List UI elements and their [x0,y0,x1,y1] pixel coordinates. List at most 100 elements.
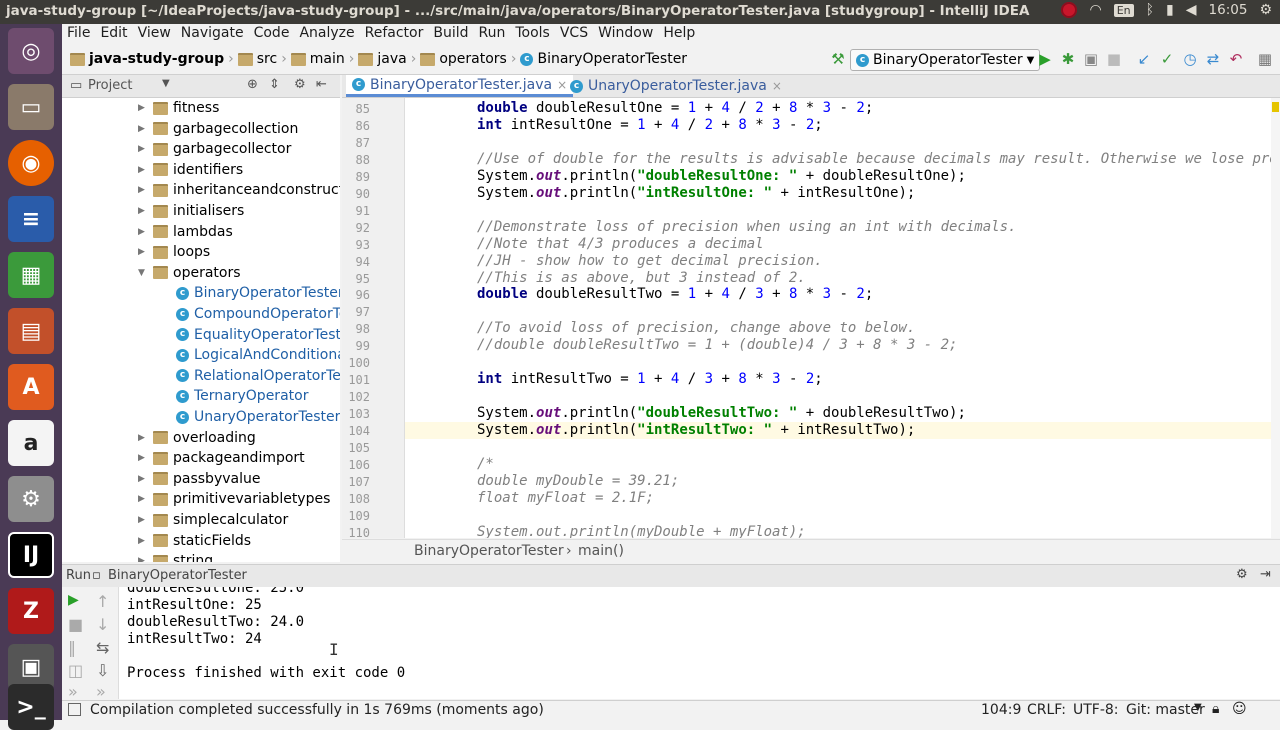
locate-icon[interactable]: ⊕ [247,77,258,92]
build-hammer-icon[interactable]: ⚒ [830,51,846,67]
collapsed-arrow-icon[interactable]: ▶ [138,160,148,180]
tree-item-package[interactable]: ▶ overloading [138,428,256,448]
tree-item-package[interactable]: ▶ identifiers [138,160,243,180]
tool-window-icon[interactable] [68,703,81,716]
line-separator[interactable]: CRLF: [1027,702,1066,718]
collapsed-arrow-icon[interactable]: ▶ [138,242,148,262]
tree-item-class[interactable]: c LogicalAndConditional [176,345,340,365]
code-line[interactable]: /* [477,456,494,472]
breadcrumb-class[interactable]: BinaryOperatorTester [537,51,687,67]
debug-icon[interactable]: ✱ [1060,51,1076,67]
menu-code[interactable]: Code [249,24,295,43]
tree-item-package[interactable]: ▶ inheritanceandconstructo [138,180,340,200]
tree-item-package[interactable]: ▶ simplecalculator [138,510,288,530]
tree-item-package[interactable]: ▶ loops [138,242,210,262]
run-tab-label[interactable]: BinaryOperatorTester [108,568,247,583]
code-line[interactable]: double doubleResultOne = 1 + 4 / 2 + 8 *… [477,100,873,116]
stop-icon[interactable]: ■ [1106,51,1122,67]
status-message[interactable]: Compilation completed successfully in 1s… [90,702,544,718]
code-line[interactable]: //double doubleResultTwo = 1 + (double)4… [477,337,957,353]
close-icon[interactable]: × [772,75,782,97]
menu-navigate[interactable]: Navigate [176,24,249,43]
scroll-up-icon[interactable]: ↑ [96,592,109,611]
tree-item-class[interactable]: c CompoundOperatorTe [176,304,340,324]
lock-icon[interactable]: 🔒︎ [1212,701,1219,717]
volume-icon[interactable]: ◀ [1186,2,1197,18]
tree-item-class[interactable]: c BinaryOperatorTester [176,283,340,303]
soft-wrap-icon[interactable]: ⇆ [96,638,109,657]
collapsed-arrow-icon[interactable]: ▶ [138,510,148,530]
revert-icon[interactable]: ↶ [1228,51,1244,67]
scroll-down-icon[interactable]: ↓ [96,615,109,634]
software-center-icon[interactable]: A [8,364,54,410]
menu-refactor[interactable]: Refactor [360,24,429,43]
editor-breadcrumb-class[interactable]: BinaryOperatorTester [414,543,564,559]
ubuntu-dash-icon[interactable]: ◎ [8,28,54,74]
editor-scrollbar[interactable] [1271,98,1280,538]
collapsed-arrow-icon[interactable]: ▶ [138,98,148,118]
code-line[interactable]: double myDouble = 39.21; [477,473,679,489]
scroll-to-end-icon[interactable]: ⇩ [96,661,109,680]
terminal-icon[interactable]: >_ [8,684,54,730]
vcs-update-icon[interactable]: ↙ [1136,51,1152,67]
chevron-down-icon[interactable]: ▼ [1194,702,1202,713]
vcs-history-icon[interactable]: ◷ [1182,51,1198,67]
battery-icon[interactable]: ▮ [1166,2,1174,18]
tab-binaryoperatortester[interactable]: c BinaryOperatorTester.java × [346,75,574,97]
clock[interactable]: 16:05 [1209,2,1248,18]
collapsed-arrow-icon[interactable]: ▶ [138,428,148,448]
menu-run[interactable]: Run [474,24,511,43]
breadcrumb-operators[interactable]: operators [439,51,507,67]
menu-view[interactable]: View [133,24,176,43]
menu-vcs[interactable]: VCS [555,24,593,43]
collapsed-arrow-icon[interactable]: ▶ [138,180,148,200]
hide-icon[interactable]: ⇤ [316,77,327,92]
code-line[interactable]: //To avoid loss of precision, change abo… [477,320,915,336]
tab-unaryoperatortester[interactable]: c UnaryOperatorTester.java × [564,75,788,97]
collapsed-arrow-icon[interactable]: ▶ [138,469,148,489]
menu-edit[interactable]: Edit [95,24,132,43]
tree-item-class[interactable]: c EqualityOperatorTeste [176,325,340,345]
file-encoding[interactable]: UTF-8: [1073,702,1119,718]
settings-icon[interactable]: ⚙ [8,476,54,522]
files-icon[interactable]: ▭ [8,84,54,130]
inspector-icon[interactable]: ☺ [1232,701,1247,717]
tree-item-package[interactable]: ▶ garbagecollector [138,139,291,159]
filezilla-icon[interactable]: Z [8,588,54,634]
tree-item-package[interactable]: ▼ operators [138,263,241,283]
amazon-icon[interactable]: a [8,420,54,466]
code-line[interactable]: System.out.println("doubleResultOne: " +… [477,168,966,184]
code-line[interactable]: double doubleResultTwo = 1 + 4 / 3 + 8 *… [477,286,873,302]
code-line[interactable]: //This is as above, but 3 instead of 2. [477,270,806,286]
code-line[interactable]: //Use of double for the results is advis… [477,151,1271,167]
code-line[interactable]: //JH - show how to get decimal precision… [477,253,823,269]
intellij-icon[interactable]: IJ [8,532,54,578]
dump-threads-icon[interactable]: ◫ [68,661,83,680]
tree-item-package[interactable]: ▶ packageandimport [138,448,305,468]
vcs-commit-icon[interactable]: ✓ [1159,51,1175,67]
power-icon[interactable]: ⚙ [1259,2,1272,18]
collapsed-arrow-icon[interactable]: ▶ [138,222,148,242]
run-console[interactable]: doubleResultOne: 25.0 intResultOne: 25 d… [119,587,1280,699]
breadcrumb-main[interactable]: main [310,51,345,67]
collapsed-arrow-icon[interactable]: ▶ [138,551,148,562]
menu-file[interactable]: File [62,24,95,43]
more-icon[interactable]: » [96,682,106,701]
menu-tools[interactable]: Tools [510,24,555,43]
tree-item-package[interactable]: ▶ passbyvalue [138,469,260,489]
project-panel-title[interactable]: Project [88,78,132,93]
pause-icon[interactable]: ‖ [68,638,76,657]
coverage-icon[interactable]: ▣ [1083,51,1099,67]
code-line[interactable]: System.out.println(myDouble + myFloat); [477,524,806,538]
breadcrumb-java[interactable]: java [377,51,406,67]
collapsed-arrow-icon[interactable]: ▶ [138,139,148,159]
menu-help[interactable]: Help [658,24,700,43]
firefox-icon[interactable]: ◉ [8,140,54,186]
code-editor[interactable]: double doubleResultOne = 1 + 4 / 2 + 8 *… [405,98,1271,538]
collapse-icon[interactable]: ⇕ [269,77,280,92]
code-line[interactable]: float myFloat = 2.1F; [477,490,654,506]
keyboard-layout[interactable]: En [1113,3,1134,17]
collapsed-arrow-icon[interactable]: ▶ [138,531,148,551]
tree-item-package[interactable]: ▶ lambdas [138,222,233,242]
gear-icon[interactable]: ⚙ [294,77,306,92]
